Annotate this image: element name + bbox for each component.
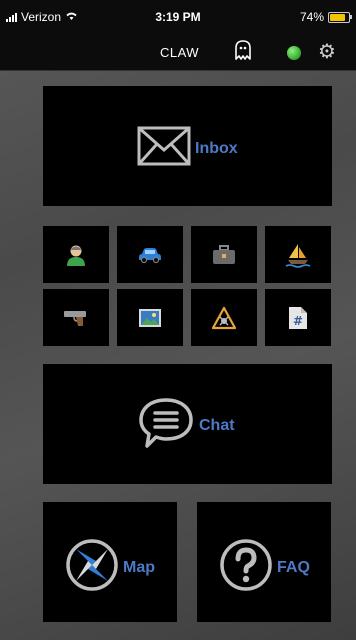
envelope-icon [137, 126, 191, 171]
battery-percent: 74% [299, 10, 324, 24]
faq-label: FAQ [277, 558, 310, 576]
category-image-button[interactable] [117, 289, 183, 346]
briefcase-icon [191, 226, 257, 283]
sailboat-icon [265, 226, 331, 283]
category-person-button[interactable] [43, 226, 109, 283]
question-mark-icon [219, 538, 273, 597]
battery-icon [328, 11, 352, 23]
inbox-label: Inbox [195, 139, 238, 157]
compass-icon [65, 538, 119, 597]
faq-tile[interactable]: FAQ [197, 502, 331, 622]
car-icon [117, 226, 183, 283]
document-hash-icon: # [265, 289, 331, 346]
category-briefcase-button[interactable] [191, 226, 257, 283]
map-label: Map [123, 558, 155, 576]
app-header: CLAW ⚙ [0, 34, 356, 71]
status-bar: Verizon 3:19 PM 74% [0, 0, 356, 34]
ghost-icon[interactable] [233, 39, 253, 66]
picture-icon [117, 289, 183, 346]
gear-icon[interactable]: ⚙ [318, 42, 336, 62]
battery-group: 74% [299, 10, 352, 24]
category-document-button[interactable]: # [265, 289, 331, 346]
svg-text:#: # [293, 314, 303, 328]
category-vehicle-button[interactable] [117, 226, 183, 283]
category-boat-button[interactable] [265, 226, 331, 283]
app-title: CLAW [160, 45, 200, 60]
category-hazard-button[interactable] [191, 289, 257, 346]
chat-label: Chat [199, 416, 235, 434]
person-icon [43, 226, 109, 283]
category-weapon-button[interactable] [43, 289, 109, 346]
chat-tile[interactable]: Chat [43, 364, 332, 484]
chat-bubble-icon [137, 396, 195, 455]
warning-icon [191, 289, 257, 346]
gun-icon [43, 289, 109, 346]
map-tile[interactable]: Map [43, 502, 177, 622]
connection-status-indicator [287, 46, 301, 60]
inbox-tile[interactable]: Inbox [43, 86, 332, 206]
